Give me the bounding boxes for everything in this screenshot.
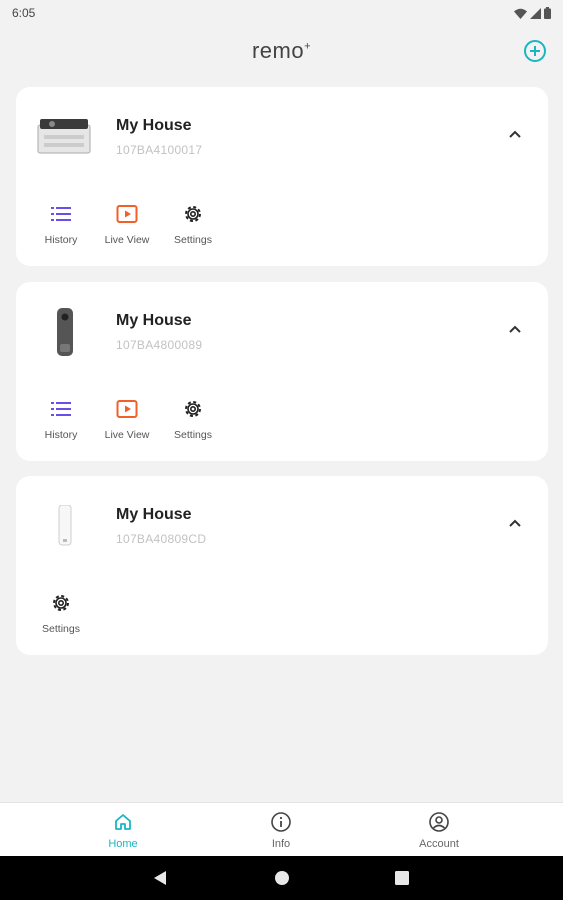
- collapse-chevron-icon[interactable]: [508, 129, 522, 139]
- device-actions: History Live View Settings: [28, 398, 226, 441]
- app-logo: remo+: [251, 38, 312, 63]
- nav-account[interactable]: Account: [394, 811, 484, 850]
- play-icon: [116, 400, 138, 418]
- device-actions: Settings: [28, 592, 94, 635]
- nav-home[interactable]: Home: [78, 811, 168, 850]
- collapse-chevron-icon[interactable]: [508, 324, 522, 334]
- gear-icon: [53, 595, 69, 611]
- nav-home-label: Home: [108, 838, 138, 850]
- settings-label: Settings: [42, 623, 80, 635]
- home-icon: [115, 814, 131, 830]
- wifi-icon: [514, 8, 527, 19]
- status-time: 6:05: [12, 6, 36, 20]
- nav-info-label: Info: [271, 838, 291, 850]
- live-view-button[interactable]: Live View: [94, 203, 160, 246]
- recents-icon[interactable]: [395, 871, 409, 885]
- status-bar: 6:05: [0, 0, 563, 26]
- camera-bar-device-image: [34, 107, 96, 167]
- device-serial: 107BA4800089: [116, 338, 203, 352]
- device-name: My House: [116, 312, 192, 329]
- info-icon: [271, 812, 291, 832]
- live-view-label: Live View: [104, 234, 150, 246]
- app-bar: remo+: [0, 26, 563, 76]
- settings-button[interactable]: Settings: [160, 203, 226, 246]
- live-view-button[interactable]: Live View: [94, 398, 160, 441]
- nav-info[interactable]: Info: [236, 811, 326, 850]
- device-name: My House: [116, 506, 192, 523]
- device-name: My House: [116, 117, 192, 134]
- play-icon: [116, 205, 138, 223]
- back-icon[interactable]: [153, 870, 167, 886]
- history-list-icon: [51, 207, 71, 221]
- device-card: My House 107BA4100017 History Live View …: [16, 87, 548, 266]
- gear-icon: [185, 401, 201, 417]
- bottom-navigation: Home Info Account: [0, 802, 563, 856]
- gear-icon: [185, 206, 201, 222]
- history-button[interactable]: History: [28, 398, 94, 441]
- settings-button[interactable]: Settings: [28, 592, 94, 635]
- device-card: My House 107BA4800089 History Live View …: [16, 282, 548, 461]
- video-doorbell-device-image: [34, 302, 96, 362]
- door-sensor-device-image: [34, 496, 96, 556]
- system-navigation-bar: [0, 856, 563, 900]
- signal-icon: [530, 7, 541, 19]
- settings-button[interactable]: Settings: [160, 398, 226, 441]
- device-serial: 107BA40809CD: [116, 532, 207, 546]
- history-label: History: [44, 234, 78, 246]
- account-icon: [429, 812, 449, 832]
- battery-icon: [544, 7, 551, 19]
- live-view-label: Live View: [104, 429, 150, 441]
- add-device-button[interactable]: [523, 39, 547, 63]
- history-button[interactable]: History: [28, 203, 94, 246]
- device-card: My House 107BA40809CD Settings: [16, 476, 548, 655]
- history-list-icon: [51, 402, 71, 416]
- settings-label: Settings: [174, 234, 212, 246]
- collapse-chevron-icon[interactable]: [508, 518, 522, 528]
- device-actions: History Live View Settings: [28, 203, 226, 246]
- home-circle-icon[interactable]: [274, 870, 290, 886]
- settings-label: Settings: [174, 429, 212, 441]
- status-icons: [514, 7, 551, 19]
- nav-account-label: Account: [419, 838, 459, 850]
- history-label: History: [44, 429, 78, 441]
- device-serial: 107BA4100017: [116, 143, 203, 157]
